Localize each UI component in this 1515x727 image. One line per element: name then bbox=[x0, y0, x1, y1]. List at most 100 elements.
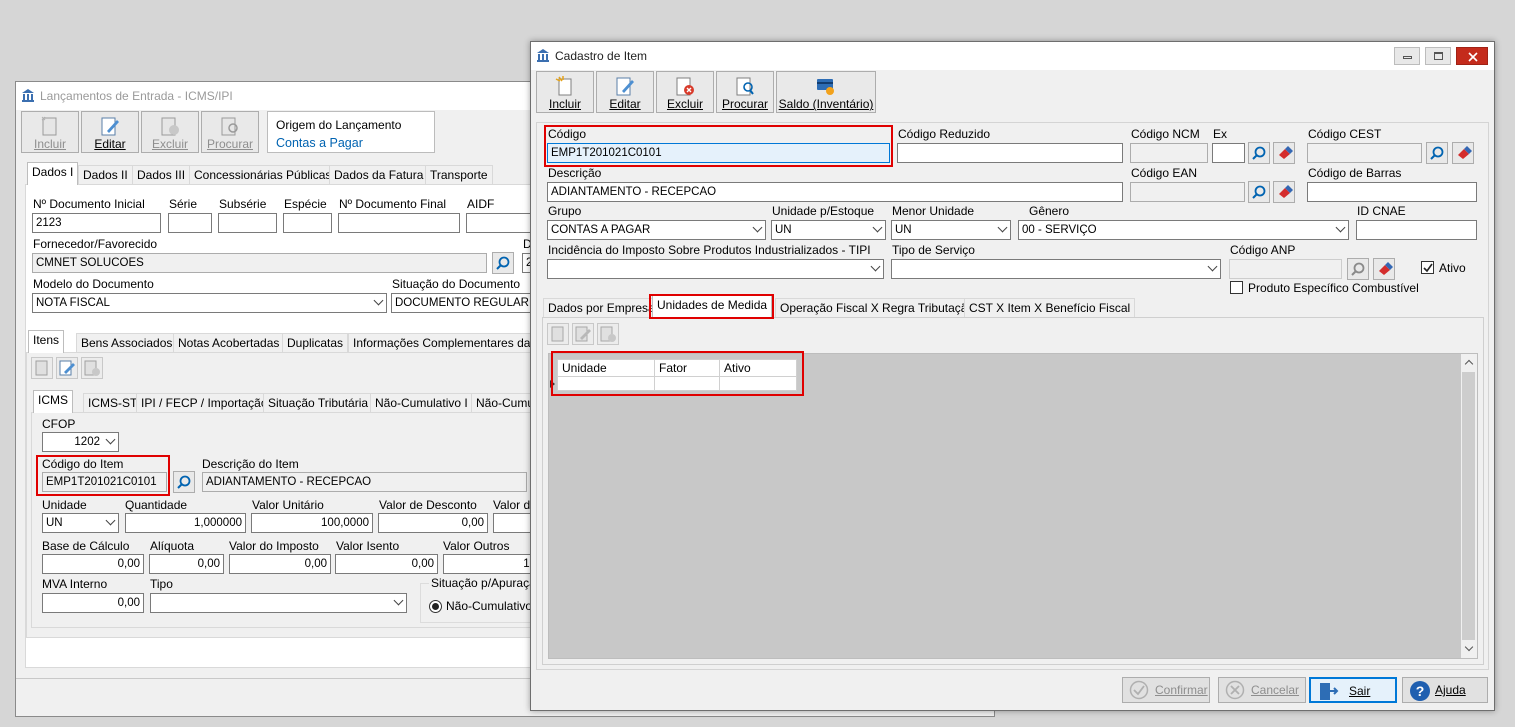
cfop-select[interactable]: 1202 bbox=[42, 432, 119, 452]
codigo-ncm-input[interactable] bbox=[1130, 143, 1208, 163]
fornecedor-input[interactable]: CMNET SOLUCOES bbox=[32, 253, 487, 273]
tab-concessionarias[interactable]: Concessionárias Públicas bbox=[189, 165, 337, 185]
tab-situacao-tributaria[interactable]: Situação Tributária bbox=[263, 393, 374, 413]
codigo-anp-input[interactable] bbox=[1229, 259, 1342, 279]
quantidade-input[interactable]: 1,000000 bbox=[125, 513, 246, 533]
cadastro-editar-button[interactable]: Editar bbox=[596, 71, 654, 113]
tab-icms-st[interactable]: ICMS-ST bbox=[83, 393, 143, 413]
tab-nao-cumu[interactable]: Não-Cumu bbox=[471, 393, 540, 413]
ativo-checkbox[interactable] bbox=[1421, 261, 1434, 274]
especie-input[interactable] bbox=[283, 213, 332, 233]
unidade-select[interactable]: UN bbox=[42, 513, 119, 533]
descricao-item-input[interactable]: ADIANTAMENTO - RECEPCAO bbox=[202, 472, 527, 492]
cadastro-procurar-button[interactable]: Procurar bbox=[716, 71, 774, 113]
anp-clear-button[interactable] bbox=[1373, 258, 1395, 280]
tab-bens-associados[interactable]: Bens Associados bbox=[76, 333, 178, 353]
ncm-clear-button[interactable] bbox=[1273, 142, 1295, 164]
codigo-item-search-button[interactable] bbox=[173, 471, 195, 493]
close-button[interactable] bbox=[1456, 47, 1488, 65]
excluir-button[interactable]: Excluir bbox=[141, 111, 199, 153]
tab-notas-acobertadas[interactable]: Notas Acobertadas bbox=[173, 333, 285, 353]
scroll-thumb[interactable] bbox=[1462, 372, 1475, 640]
anp-search-button[interactable] bbox=[1347, 258, 1369, 280]
ajuda-button[interactable]: ? Ajuda bbox=[1402, 677, 1488, 703]
serie-input[interactable] bbox=[168, 213, 212, 233]
tab-icms[interactable]: ICMS bbox=[33, 390, 73, 413]
codigo-cest-input[interactable] bbox=[1307, 143, 1422, 163]
tab-transporte[interactable]: Transporte bbox=[425, 165, 493, 185]
tipo-select[interactable] bbox=[150, 593, 407, 613]
num-doc-inicial-input[interactable]: 2123 bbox=[32, 213, 161, 233]
saldo-inventario-button[interactable]: Saldo (Inventário) bbox=[776, 71, 876, 113]
base-calculo-input[interactable]: 0,00 bbox=[42, 554, 144, 574]
genero-select[interactable]: 00 - SERVIÇO bbox=[1018, 220, 1349, 240]
tab-dados-ii[interactable]: Dados II bbox=[78, 165, 133, 185]
cest-clear-button[interactable] bbox=[1452, 142, 1474, 164]
scroll-up-icon[interactable] bbox=[1464, 359, 1474, 369]
tab-dados-i[interactable]: Dados I bbox=[27, 162, 79, 185]
valor-imposto-input[interactable]: 0,00 bbox=[229, 554, 331, 574]
dados-panel: Nº Documento Inicial 2123 Série Subsérie… bbox=[25, 184, 585, 668]
nao-cumulativo-radio[interactable] bbox=[429, 600, 442, 613]
minimize-button[interactable] bbox=[1394, 47, 1420, 65]
valor-desconto-input[interactable]: 0,00 bbox=[378, 513, 488, 533]
modelo-select[interactable]: NOTA FISCAL bbox=[32, 293, 387, 313]
cadastro-incluir-button[interactable]: Incluir bbox=[536, 71, 594, 113]
tab-dados-por-empresa[interactable]: Dados por Empresa bbox=[543, 298, 660, 318]
menor-unidade-select[interactable]: UN bbox=[891, 220, 1011, 240]
cadastro-excluir-button[interactable]: Excluir bbox=[656, 71, 714, 113]
item-edit-button[interactable] bbox=[56, 357, 78, 379]
tab-dados-fatura[interactable]: Dados da Fatura bbox=[329, 165, 429, 185]
ex-input[interactable] bbox=[1212, 143, 1245, 163]
unidades-grid[interactable]: Unidade Fator Ativo bbox=[548, 351, 1478, 659]
tab-duplicatas[interactable]: Duplicatas bbox=[282, 333, 349, 353]
valor-unitario-input[interactable]: 100,0000 bbox=[251, 513, 373, 533]
ean-clear-button[interactable] bbox=[1273, 181, 1295, 203]
subserie-input[interactable] bbox=[218, 213, 277, 233]
id-cnae-input[interactable] bbox=[1356, 220, 1477, 240]
tab-itens[interactable]: Itens bbox=[28, 330, 65, 353]
fornecedor-search-button[interactable] bbox=[492, 252, 514, 274]
num-doc-final-input[interactable] bbox=[338, 213, 460, 233]
sair-button[interactable]: Sair bbox=[1309, 677, 1397, 703]
grid-scrollbar[interactable] bbox=[1461, 354, 1477, 658]
delete-document-icon bbox=[161, 117, 179, 136]
mva-input[interactable]: 0,00 bbox=[42, 593, 144, 613]
produto-combustivel-checkbox[interactable] bbox=[1230, 281, 1243, 294]
cadastro-item-titlebar[interactable]: Cadastro de Item bbox=[531, 42, 1494, 70]
unidade-edit-button[interactable] bbox=[572, 323, 594, 345]
unidade-estoque-select[interactable]: UN bbox=[771, 220, 886, 240]
delete-item-icon bbox=[600, 326, 616, 342]
procurar-button[interactable]: Procurar bbox=[201, 111, 259, 153]
unidade-add-button[interactable] bbox=[547, 323, 569, 345]
tab-operacao-fiscal[interactable]: Operação Fiscal X Regra Tributação bbox=[775, 298, 980, 318]
tipi-select[interactable] bbox=[547, 259, 884, 279]
grupo-select[interactable]: CONTAS A PAGAR bbox=[547, 220, 766, 240]
ncm-search-button[interactable] bbox=[1248, 142, 1270, 164]
situacao-select[interactable]: DOCUMENTO REGULAR bbox=[391, 293, 551, 313]
cancelar-button[interactable]: Cancelar bbox=[1218, 677, 1306, 703]
incluir-button[interactable]: Incluir bbox=[21, 111, 79, 153]
tab-info-complementares[interactable]: Informações Complementares da N bbox=[348, 333, 548, 353]
tab-dados-iii[interactable]: Dados III bbox=[132, 165, 191, 185]
valor-isento-input[interactable]: 0,00 bbox=[335, 554, 438, 574]
tipo-servico-select[interactable] bbox=[891, 259, 1221, 279]
chevron-down-icon bbox=[872, 222, 883, 233]
codigo-ean-input[interactable] bbox=[1130, 182, 1245, 202]
descricao-input[interactable]: ADIANTAMENTO - RECEPCAO bbox=[547, 182, 1123, 202]
aliquota-input[interactable]: 0,00 bbox=[149, 554, 224, 574]
confirmar-button[interactable]: Confirmar bbox=[1122, 677, 1210, 703]
tab-cst-item-beneficio[interactable]: CST X Item X Benefício Fiscal bbox=[964, 298, 1136, 318]
maximize-button[interactable] bbox=[1425, 47, 1451, 65]
codigo-barras-input[interactable] bbox=[1307, 182, 1477, 202]
item-delete-button[interactable] bbox=[81, 357, 103, 379]
editar-button[interactable]: Editar bbox=[81, 111, 139, 153]
tab-ipi-fecp[interactable]: IPI / FECP / Importação bbox=[136, 393, 273, 413]
unidade-delete-button[interactable] bbox=[597, 323, 619, 345]
item-add-button[interactable] bbox=[31, 357, 53, 379]
codigo-reduzido-input[interactable] bbox=[897, 143, 1123, 163]
cest-search-button[interactable] bbox=[1426, 142, 1448, 164]
tab-nao-cumulativo-i[interactable]: Não-Cumulativo I bbox=[370, 393, 473, 413]
ean-search-button[interactable] bbox=[1248, 181, 1270, 203]
scroll-down-icon[interactable] bbox=[1464, 642, 1474, 652]
